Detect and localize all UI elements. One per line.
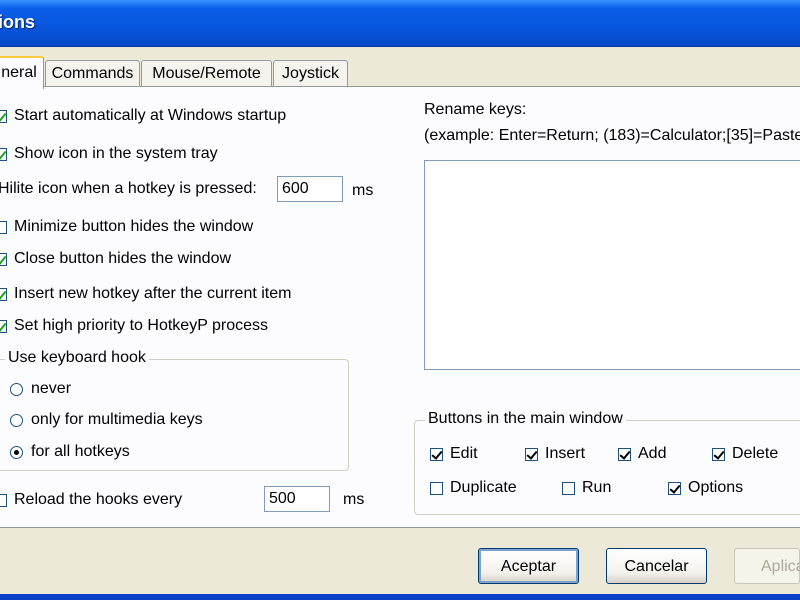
btn-duplicate-check-icon	[430, 481, 443, 495]
rename-keys-textarea[interactable]	[424, 160, 800, 370]
start-automatically-checkbox[interactable]: Start automatically at Windows startup	[0, 107, 286, 125]
tab-joystick[interactable]: Joystick	[273, 60, 348, 87]
btn-duplicate-checkbox[interactable]: Duplicate	[430, 479, 517, 497]
tab-commands[interactable]: Commands	[45, 60, 140, 87]
reload-ms-unit: ms	[343, 491, 365, 508]
hook-never-label: never	[31, 380, 72, 397]
keyboard-hook-title: Use keyboard hook	[5, 349, 149, 367]
hilite-ms-unit: ms	[352, 182, 374, 199]
btn-delete-check-icon	[712, 447, 725, 461]
btn-run-label: Run	[582, 479, 612, 496]
btn-delete-label: Delete	[732, 445, 779, 462]
reload-hooks-checkbox[interactable]: Reload the hooks every	[0, 491, 182, 509]
hook-multimedia-label: only for multimedia keys	[31, 411, 203, 428]
btn-edit-label: Edit	[450, 445, 478, 462]
insert-after-check-icon	[0, 287, 7, 301]
tab-general-label: neral	[1, 64, 37, 81]
btn-delete-checkbox[interactable]: Delete	[712, 445, 778, 463]
btn-duplicate-label: Duplicate	[450, 479, 517, 496]
accept-button[interactable]: Aceptar	[478, 548, 579, 584]
cancel-button[interactable]: Cancelar	[606, 548, 707, 584]
reload-hooks-check-icon	[0, 493, 7, 507]
main-window-buttons-title: Buttons in the main window	[425, 410, 626, 428]
btn-edit-check-icon	[430, 447, 443, 461]
close-hides-label: Close button hides the window	[14, 250, 232, 267]
insert-after-label: Insert new hotkey after the current item	[14, 285, 292, 302]
rename-keys-example: (example: Enter=Return; (183)=Calculator…	[424, 127, 800, 144]
tab-mouse-remote[interactable]: Mouse/Remote	[141, 60, 272, 87]
window-bottom-border	[0, 594, 800, 600]
main-window-buttons-group: Buttons in the main window	[414, 410, 800, 515]
btn-run-checkbox[interactable]: Run	[562, 479, 611, 497]
high-priority-label: Set high priority to HotkeyP process	[14, 317, 269, 334]
btn-add-checkbox[interactable]: Add	[618, 445, 666, 463]
minimize-hides-check-icon	[0, 220, 7, 234]
btn-options-label: Options	[688, 479, 744, 496]
minimize-hides-checkbox[interactable]: Minimize button hides the window	[0, 218, 253, 236]
btn-run-check-icon	[562, 481, 575, 495]
btn-edit-checkbox[interactable]: Edit	[430, 445, 478, 463]
show-icon-tray-label: Show icon in the system tray	[14, 145, 218, 162]
minimize-hides-label: Minimize button hides the window	[14, 218, 254, 235]
btn-options-checkbox[interactable]: Options	[668, 479, 743, 497]
high-priority-checkbox[interactable]: Set high priority to HotkeyP process	[0, 317, 268, 335]
btn-options-check-icon	[668, 481, 681, 495]
reload-ms-input[interactable]	[264, 486, 330, 512]
btn-insert-check-icon	[525, 447, 538, 461]
show-icon-tray-checkbox[interactable]: Show icon in the system tray	[0, 145, 218, 163]
hilite-ms-input[interactable]	[277, 176, 343, 202]
hook-all-radio[interactable]: for all hotkeys	[10, 443, 130, 461]
insert-after-checkbox[interactable]: Insert new hotkey after the current item	[0, 285, 291, 303]
show-icon-tray-check-icon	[0, 147, 7, 161]
tab-joystick-label: Joystick	[282, 65, 339, 82]
hook-never-radio[interactable]: never	[10, 380, 71, 398]
btn-add-label: Add	[638, 445, 667, 462]
tab-commands-label: Commands	[51, 65, 134, 82]
close-hides-checkbox[interactable]: Close button hides the window	[0, 250, 231, 268]
btn-add-check-icon	[618, 447, 631, 461]
window-title: ions	[0, 12, 36, 32]
high-priority-check-icon	[0, 319, 7, 333]
close-hides-check-icon	[0, 252, 7, 266]
rename-keys-title: Rename keys:	[424, 101, 527, 118]
start-automatically-label: Start automatically at Windows startup	[14, 107, 287, 124]
hook-never-radio-icon	[10, 382, 23, 396]
tab-general[interactable]: neral	[0, 56, 44, 89]
start-automatically-check-icon	[0, 109, 7, 123]
hook-multimedia-radio[interactable]: only for multimedia keys	[10, 411, 203, 429]
hilite-icon-label: Hilite icon when a hotkey is pressed:	[0, 180, 257, 197]
apply-button[interactable]: Aplica	[734, 548, 800, 584]
hook-all-label: for all hotkeys	[31, 443, 130, 460]
reload-hooks-label: Reload the hooks every	[14, 491, 183, 508]
tab-mouse-remote-label: Mouse/Remote	[152, 65, 261, 82]
btn-insert-checkbox[interactable]: Insert	[525, 445, 585, 463]
btn-insert-label: Insert	[545, 445, 586, 462]
hook-all-radio-icon	[10, 445, 23, 459]
hook-multimedia-radio-icon	[10, 413, 23, 427]
title-bar[interactable]: ions	[0, 0, 800, 47]
